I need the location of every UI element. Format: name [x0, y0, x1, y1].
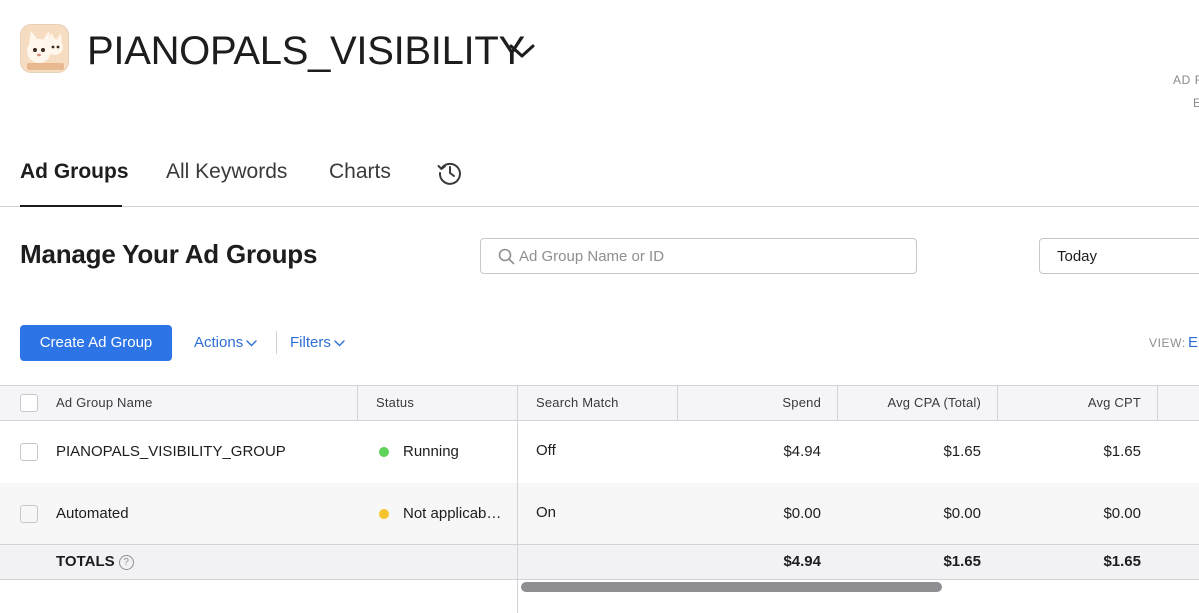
avg-cpt-value: $0.00	[1103, 505, 1141, 522]
spend-value: $4.94	[783, 443, 821, 460]
search-field[interactable]	[480, 238, 917, 274]
status-text: Running	[403, 443, 459, 460]
help-icon[interactable]: ?	[118, 555, 134, 570]
active-tab-indicator	[20, 205, 122, 207]
totals-text: TOTALS	[56, 553, 115, 570]
table-row[interactable]: PIANOPALS_VISIBILITY_GROUP Running Off $…	[0, 421, 1199, 483]
column-divider	[1157, 386, 1158, 421]
totals-avg-cpt: $1.65	[1103, 553, 1141, 570]
search-match-value[interactable]: On	[536, 504, 556, 521]
app-title[interactable]: PIANOPALS_VISIBILITY	[87, 28, 525, 74]
filters-dropdown[interactable]: Filters	[290, 334, 345, 351]
tab-bar: Ad Groups All Keywords Charts	[0, 150, 1199, 207]
status-dot-not-applicable	[379, 509, 389, 519]
corner-label: AD F	[1173, 73, 1199, 87]
status-dot-running	[379, 447, 389, 457]
chevron-down-icon[interactable]	[508, 42, 536, 60]
totals-row: TOTALS? $4.94 $1.65 $1.65	[0, 544, 1199, 580]
totals-avg-cpa: $1.65	[943, 553, 981, 570]
table-header: Ad Group Name Status Search Match Spend …	[0, 385, 1199, 421]
chevron-down-icon	[334, 339, 345, 347]
column-header-avg-cpt[interactable]: Avg CPT	[1010, 386, 1141, 421]
history-icon[interactable]	[436, 159, 463, 186]
column-divider	[357, 386, 358, 421]
app-icon	[20, 24, 69, 73]
search-icon	[498, 248, 515, 265]
search-match-value[interactable]: Off	[536, 442, 556, 459]
column-header-spend[interactable]: Spend	[690, 386, 821, 421]
page-title: Manage Your Ad Groups	[20, 239, 318, 269]
column-divider	[997, 386, 998, 421]
actions-dropdown[interactable]: Actions	[194, 334, 257, 351]
create-ad-group-button[interactable]: Create Ad Group	[20, 325, 172, 361]
column-header-search-match[interactable]: Search Match	[536, 386, 619, 421]
column-header-avg-cpa[interactable]: Avg CPA (Total)	[850, 386, 981, 421]
column-header-status[interactable]: Status	[376, 386, 414, 421]
row-checkbox[interactable]	[20, 505, 38, 523]
tab-all-keywords[interactable]: All Keywords	[166, 160, 287, 184]
tab-ad-groups[interactable]: Ad Groups	[20, 160, 129, 184]
table-row[interactable]: Automated Not applicab… On $0.00 $0.00 $…	[0, 483, 1199, 545]
select-all-checkbox[interactable]	[20, 394, 38, 412]
toolbar-divider	[276, 331, 277, 354]
view-label: VIEW:	[1149, 336, 1186, 350]
spend-value: $0.00	[783, 505, 821, 522]
date-range-select[interactable]: Today	[1039, 238, 1199, 274]
tab-charts[interactable]: Charts	[329, 160, 391, 184]
filters-label: Filters	[290, 334, 331, 351]
corner-label-2: E	[1193, 96, 1199, 110]
status-text: Not applicab…	[403, 505, 502, 522]
ad-groups-table: Ad Group Name Status Search Match Spend …	[0, 385, 1199, 613]
ad-group-name[interactable]: PIANOPALS_VISIBILITY_GROUP	[56, 443, 286, 460]
row-checkbox[interactable]	[20, 443, 38, 461]
avg-cpt-value: $1.65	[1103, 443, 1141, 460]
search-input[interactable]	[519, 239, 909, 273]
scrollbar-thumb[interactable]	[521, 582, 942, 592]
actions-label: Actions	[194, 334, 244, 351]
view-selector[interactable]: Er	[1188, 334, 1199, 351]
column-divider	[517, 386, 518, 421]
column-header-name[interactable]: Ad Group Name	[56, 386, 153, 421]
avg-cpa-value: $0.00	[943, 505, 981, 522]
horizontal-scrollbar[interactable]	[518, 581, 1199, 593]
chevron-down-icon	[246, 339, 257, 347]
column-divider	[837, 386, 838, 421]
avg-cpa-value: $1.65	[943, 443, 981, 460]
totals-label: TOTALS?	[56, 553, 134, 570]
column-divider	[677, 386, 678, 421]
totals-spend: $4.94	[783, 553, 821, 570]
ad-group-name[interactable]: Automated	[56, 505, 129, 522]
